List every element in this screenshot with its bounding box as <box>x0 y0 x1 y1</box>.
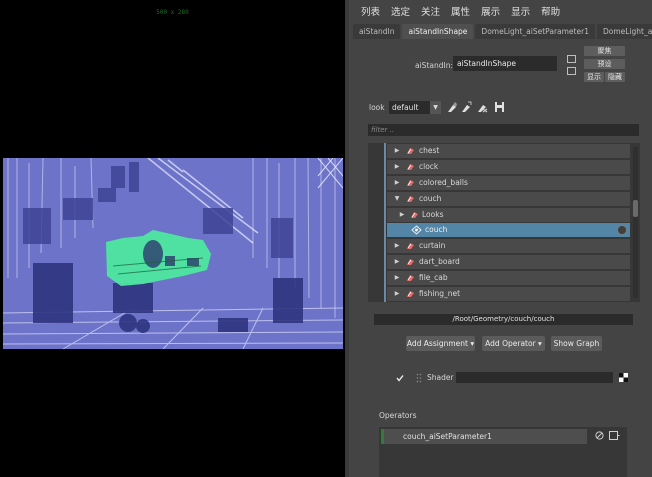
attribute-editor-panel: 列表 选定 关注 属性 展示 显示 帮助 aiStandIn aiStandIn… <box>349 0 652 477</box>
filter-input[interactable]: filter .. <box>368 124 639 136</box>
geometry-node-icon <box>406 163 415 171</box>
tree-row-label: couch <box>419 194 442 203</box>
tree-row-label: clock <box>419 162 439 171</box>
assign-shader-icon[interactable] <box>447 101 458 113</box>
operator-label: couch_aiSetParameter1 <box>403 432 492 441</box>
geometry-node-icon <box>406 274 415 282</box>
geometry-node-icon <box>406 242 415 250</box>
chevron-right-icon[interactable]: ▶ <box>398 208 406 222</box>
look-node-icon <box>410 211 419 219</box>
preset-button[interactable]: 预设 <box>584 59 625 69</box>
tree-row-couch-shader[interactable]: couch <box>387 223 630 237</box>
chevron-right-icon[interactable]: ▶ <box>393 287 401 301</box>
shader-row: Shader <box>349 371 652 385</box>
tree-scrollbar[interactable] <box>633 147 638 298</box>
look-select[interactable]: default ▼ <box>389 101 441 114</box>
add-assignment-label: Add Assignment <box>406 339 468 348</box>
tree-row-label: fishing_net <box>419 289 461 298</box>
node-name-field[interactable]: aiStandInShape <box>453 56 557 71</box>
tree-row-looks[interactable]: ▶ Looks <box>387 208 630 222</box>
tab-aistandin[interactable]: aiStandIn <box>353 24 401 39</box>
geometry-node-icon <box>406 290 415 298</box>
node-name-label: aiStandIn: <box>415 61 453 70</box>
chevron-down-icon[interactable]: ▼ <box>393 192 401 206</box>
tree-row-label: colored_balls <box>419 178 468 187</box>
chevron-right-icon[interactable]: ▶ <box>393 160 401 174</box>
tab-domelight-ais[interactable]: DomeLight_aiS <box>596 24 652 39</box>
tree-row-dart-board[interactable]: ▶ dart_board <box>387 255 630 269</box>
shader-node-icon <box>411 225 422 235</box>
edit-shader-icon[interactable] <box>461 101 472 113</box>
chevron-right-icon[interactable]: ▶ <box>393 144 401 158</box>
drag-handle-icon[interactable] <box>416 373 422 383</box>
save-icon[interactable] <box>494 101 505 113</box>
tree-row-label: file_cab <box>419 273 448 282</box>
shader-field[interactable] <box>456 372 613 383</box>
menu-show[interactable]: 展示 <box>481 4 500 18</box>
tab-aistandinshape[interactable]: aiStandInShape <box>402 24 474 39</box>
operators-heading: Operators <box>379 411 417 420</box>
tree-row-fishing-net[interactable]: ▶ fishing_net <box>387 287 630 301</box>
hide-button[interactable]: 隐藏 <box>605 72 625 82</box>
menu-help[interactable]: 帮助 <box>541 4 560 18</box>
selection-path-field[interactable]: /Root/Geometry/couch/couch <box>374 314 633 325</box>
scene-render <box>3 158 343 349</box>
node-tab-bar: aiStandIn aiStandInShape DomeLight_aiSet… <box>353 24 652 39</box>
chevron-right-icon[interactable]: ▶ <box>393 239 401 253</box>
remove-shader-icon[interactable] <box>477 101 488 113</box>
menu-attributes[interactable]: 属性 <box>451 4 470 18</box>
geometry-node-icon <box>406 179 415 187</box>
operator-row[interactable]: couch_aiSetParameter1 <box>381 429 587 444</box>
node-name-row: aiStandIn: aiStandInShape 聚焦 预设 显示 隐藏 <box>349 46 652 83</box>
operators-list: couch_aiSetParameter1 <box>379 427 627 477</box>
checker-map-icon[interactable] <box>619 373 628 382</box>
clear-assignment-icon[interactable] <box>617 225 627 235</box>
node-output-icon[interactable] <box>567 67 576 75</box>
render-image <box>3 158 343 349</box>
menu-selected[interactable]: 选定 <box>391 4 410 18</box>
disable-operator-icon[interactable] <box>595 431 604 440</box>
menu-list[interactable]: 列表 <box>361 4 380 18</box>
tree-row-label: dart_board <box>419 257 460 266</box>
look-select-value: default <box>392 103 419 112</box>
chevron-down-icon: ▼ <box>430 101 441 114</box>
tab-domelight-setparameter[interactable]: DomeLight_aiSetParameter1 <box>475 24 595 39</box>
add-assignment-button[interactable]: Add Assignment ▾ <box>406 336 475 351</box>
tree-row-curtain[interactable]: ▶ curtain <box>387 239 630 253</box>
chevron-right-icon[interactable]: ▶ <box>393 176 401 190</box>
shader-enable-checkbox[interactable] <box>396 374 404 382</box>
tree-row-label: couch <box>425 225 448 234</box>
menu-display[interactable]: 显示 <box>511 4 530 18</box>
look-toolbar: look default ▼ <box>349 100 652 116</box>
scene-tree: ▶ chest ▶ clock ▶ colored_balls ▼ couch … <box>368 143 640 302</box>
tree-row-chest[interactable]: ▶ chest <box>387 144 630 158</box>
add-operator-button[interactable]: Add Operator ▾ <box>482 336 545 351</box>
menu-focus[interactable]: 关注 <box>421 4 440 18</box>
tree-scrollbar-thumb[interactable] <box>633 200 638 217</box>
node-input-icon[interactable] <box>567 55 576 63</box>
geometry-node-icon <box>406 147 415 155</box>
tree-row-couch[interactable]: ▼ couch <box>387 192 630 206</box>
tree-row-colored-balls[interactable]: ▶ colored_balls <box>387 176 630 190</box>
tree-row-label: curtain <box>419 241 446 250</box>
look-label: look <box>369 103 385 112</box>
focus-button[interactable]: 聚焦 <box>584 46 625 56</box>
tree-guide-line <box>384 143 386 302</box>
add-operator-label: Add Operator <box>485 339 536 348</box>
menu-bar: 列表 选定 关注 属性 展示 显示 帮助 <box>349 0 652 22</box>
resolution-label: 500 x 280 <box>156 9 189 16</box>
chevron-right-icon[interactable]: ▶ <box>393 255 401 269</box>
show-button[interactable]: 显示 <box>584 72 604 82</box>
geometry-node-icon <box>406 258 415 266</box>
tree-row-label: Looks <box>422 210 444 219</box>
operator-output-icon[interactable] <box>609 431 620 440</box>
chevron-right-icon[interactable]: ▶ <box>393 271 401 285</box>
tree-row-label: chest <box>419 146 440 155</box>
show-graph-button[interactable]: Show Graph <box>551 336 602 351</box>
tree-row-file-cab[interactable]: ▶ file_cab <box>387 271 630 285</box>
shader-label: Shader <box>427 373 454 382</box>
render-viewport[interactable]: 500 x 280 <box>0 0 345 477</box>
tree-row-clock[interactable]: ▶ clock <box>387 160 630 174</box>
geometry-node-icon <box>406 195 415 203</box>
